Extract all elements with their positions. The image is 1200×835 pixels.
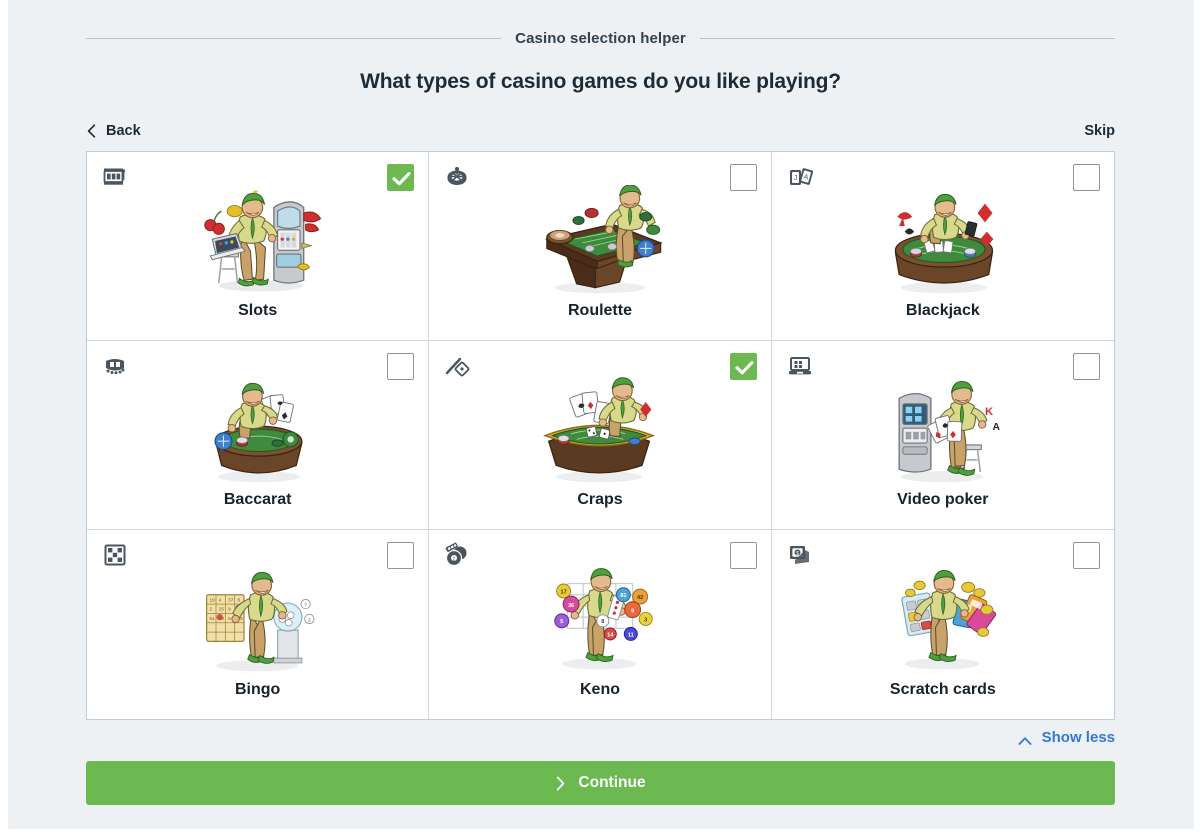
- casino-selection-page: Casino selection helper What types of ca…: [0, 0, 1200, 835]
- svg-text:3: 3: [644, 617, 647, 623]
- svg-text:81: 81: [620, 593, 626, 599]
- illustration-bingo: 194378 225944 5113629: [87, 560, 428, 678]
- back-label: Back: [106, 123, 141, 139]
- svg-text:4: 4: [218, 597, 221, 602]
- illustration-baccarat: [87, 371, 428, 489]
- game-label: Slots: [238, 302, 278, 319]
- svg-text:25: 25: [218, 607, 224, 612]
- show-less-label: Show less: [1041, 729, 1115, 746]
- game-type-grid: Slots Roulette J A Blackjack Baccarat Cr…: [86, 151, 1115, 720]
- chevron-right-icon: [555, 776, 566, 791]
- back-button[interactable]: Back: [86, 123, 141, 139]
- svg-text:6: 6: [228, 616, 231, 621]
- show-less-button[interactable]: Show less: [1018, 729, 1115, 746]
- page-edge-right: [1194, 0, 1200, 835]
- illustration-video-poker: K A: [772, 371, 1114, 489]
- svg-text:A: A: [992, 422, 1000, 433]
- game-card-scratch-cards[interactable]: $ Scratch cards: [771, 530, 1114, 719]
- illustration-keno: 17 36 5 81 42 9 3 8 14 11: [429, 560, 770, 678]
- svg-text:8: 8: [237, 597, 240, 602]
- svg-text:11: 11: [628, 632, 634, 638]
- svg-text:17: 17: [560, 589, 566, 595]
- game-card-craps[interactable]: Craps: [429, 341, 772, 530]
- game-card-slots[interactable]: Slots: [87, 152, 430, 341]
- svg-text:8: 8: [601, 619, 604, 625]
- page-title: What types of casino games do you like p…: [360, 70, 841, 93]
- svg-text:2: 2: [308, 617, 311, 622]
- game-card-keno[interactable]: 2 17 36 5 81 42 9 3 8 14 11 Keno: [429, 530, 772, 719]
- game-card-video-poker[interactable]: K A Video poker: [771, 341, 1114, 530]
- game-card-blackjack[interactable]: J A Blackjack: [771, 152, 1114, 341]
- illustration-roulette: [429, 182, 770, 300]
- illustration-blackjack: [772, 182, 1114, 300]
- svg-text:9: 9: [228, 607, 231, 612]
- svg-text:7: 7: [304, 602, 307, 607]
- game-card-baccarat[interactable]: Baccarat: [87, 341, 430, 530]
- game-label: Roulette: [567, 302, 632, 319]
- game-label: Bingo: [235, 681, 281, 698]
- svg-text:51: 51: [209, 616, 215, 621]
- nav-row: Back Skip: [86, 121, 1115, 141]
- illustration-craps: [429, 371, 770, 489]
- header-divider-right: [699, 38, 1115, 39]
- svg-text:37: 37: [228, 597, 234, 602]
- svg-text:2: 2: [209, 607, 212, 612]
- continue-button[interactable]: Continue: [86, 761, 1115, 805]
- show-less-row: Show less: [86, 729, 1115, 746]
- chevron-up-icon: [1018, 733, 1032, 745]
- chevron-left-icon: [86, 124, 97, 138]
- header-divider-left: [86, 38, 502, 39]
- svg-text:$: $: [796, 551, 799, 557]
- illustration-slots: [87, 182, 428, 300]
- game-label: Video poker: [897, 491, 989, 508]
- game-label: Keno: [579, 681, 620, 698]
- game-label: Baccarat: [223, 491, 292, 508]
- svg-text:42: 42: [637, 595, 643, 601]
- svg-text:14: 14: [607, 632, 614, 638]
- game-label: Scratch cards: [889, 681, 996, 698]
- svg-text:9: 9: [631, 608, 634, 614]
- page-content: Casino selection helper What types of ca…: [86, 0, 1115, 805]
- header-rule-row: Casino selection helper: [86, 30, 1115, 47]
- game-label: Craps: [577, 491, 623, 508]
- continue-label: Continue: [578, 774, 646, 791]
- page-edge-left: [0, 0, 8, 835]
- page-edge-bottom: [0, 829, 1200, 835]
- skip-button[interactable]: Skip: [1084, 123, 1115, 139]
- svg-text:36: 36: [568, 603, 574, 609]
- app-title: Casino selection helper: [515, 30, 686, 47]
- svg-text:5: 5: [560, 619, 563, 625]
- illustration-scratch-cards: [772, 560, 1114, 678]
- svg-text:J: J: [793, 175, 797, 182]
- svg-text:19: 19: [209, 597, 215, 602]
- svg-text:K: K: [985, 406, 993, 418]
- game-card-bingo[interactable]: 194378 225944 5113629: [87, 530, 430, 719]
- game-card-roulette[interactable]: Roulette: [429, 152, 772, 341]
- game-label: Blackjack: [905, 302, 980, 319]
